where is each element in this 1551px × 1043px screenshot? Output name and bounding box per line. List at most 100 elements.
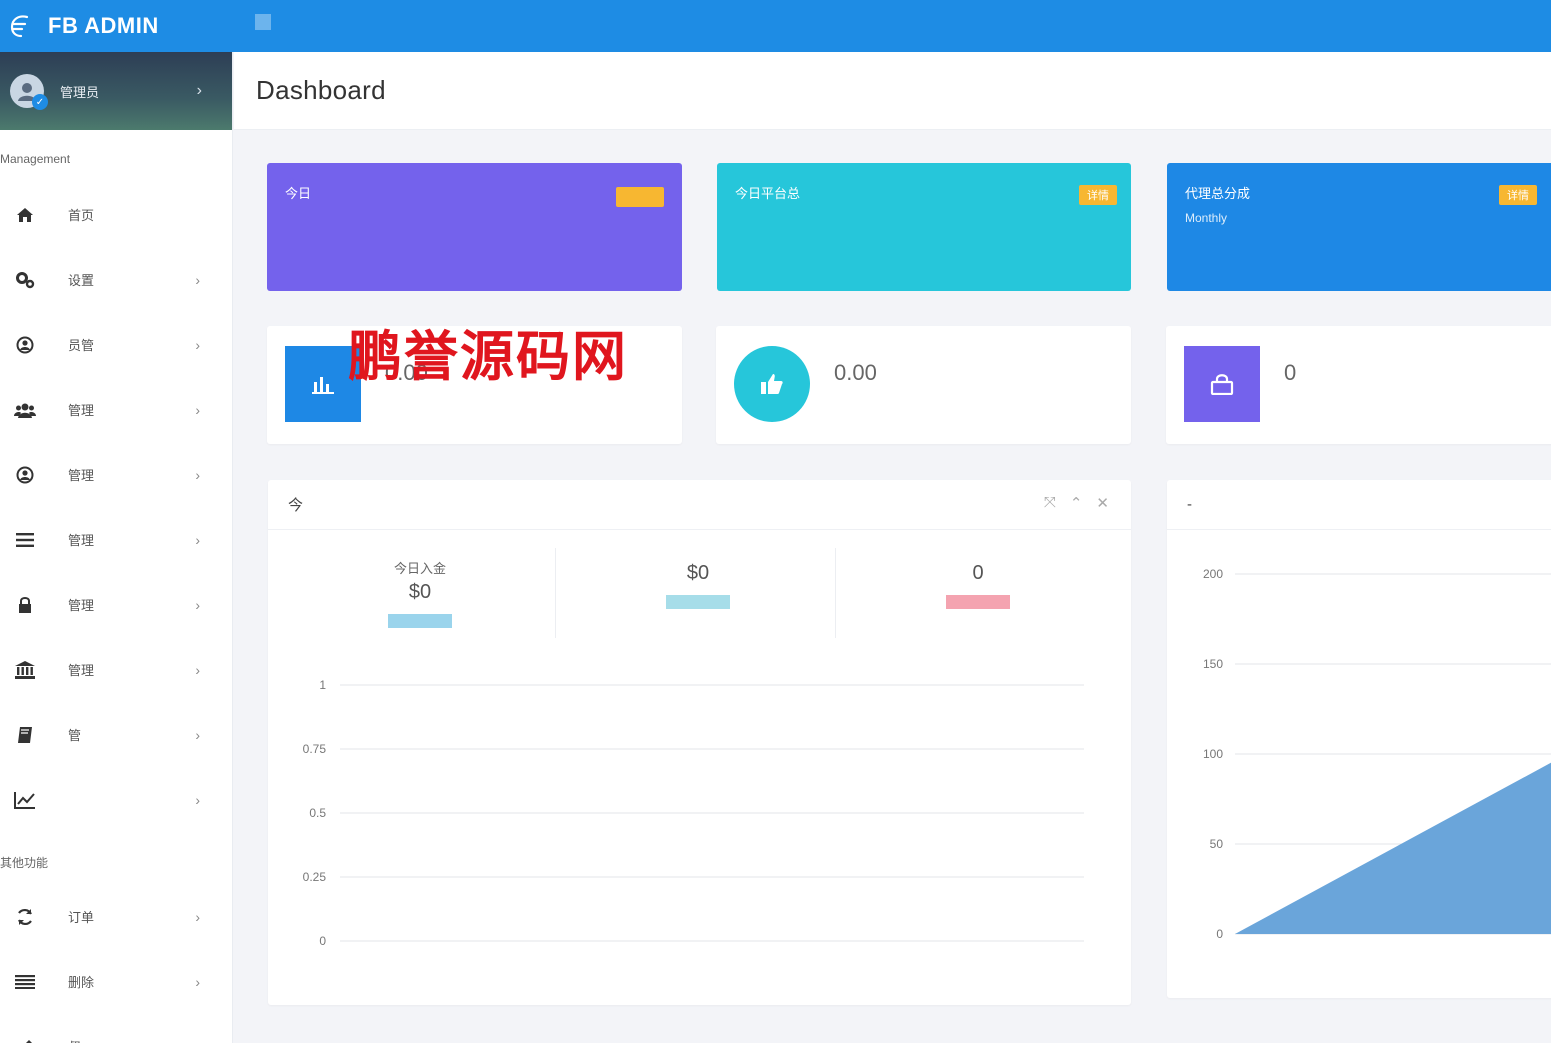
user-circle-icon bbox=[14, 334, 36, 356]
chevron-right-icon: › bbox=[195, 791, 200, 808]
chevron-right-icon: › bbox=[195, 401, 200, 418]
y-tick-label: 1 bbox=[319, 678, 326, 692]
thumbs-up-icon bbox=[734, 346, 810, 422]
menu-section-management: Management bbox=[0, 152, 71, 166]
info-box: 0.00 bbox=[716, 326, 1131, 444]
sidebar-item-label: 管理 bbox=[68, 598, 95, 613]
details-button[interactable]: 详情 bbox=[1079, 185, 1117, 205]
sidebar-toggle-button[interactable] bbox=[255, 14, 271, 30]
sidebar-item-book[interactable]: 管 › bbox=[0, 702, 232, 767]
user-circle-icon bbox=[14, 464, 36, 486]
user-name: 管理员 bbox=[60, 84, 100, 100]
panel-title: 今 bbox=[288, 497, 304, 514]
sidebar-item-label: 督 bbox=[68, 1037, 81, 1043]
y-tick-label: 0.25 bbox=[303, 870, 327, 884]
lock-icon bbox=[14, 594, 36, 616]
y-tick-label: 0.5 bbox=[309, 806, 326, 820]
page-title: Dashboard bbox=[256, 75, 386, 105]
sidebar-item-label: 管理 bbox=[68, 663, 95, 678]
y-tick-label: 0 bbox=[1216, 927, 1223, 941]
list-icon bbox=[14, 971, 36, 993]
sidebar: ✓ 管理员 › Management 首页 设置 › 员管 › 管理 › 管理 … bbox=[0, 52, 233, 1043]
sidebar-item-label: 管理 bbox=[68, 533, 95, 548]
sidebar-item-security[interactable]: 管理 › bbox=[0, 572, 232, 637]
sidebar-item-orders[interactable]: 订单 › bbox=[0, 884, 232, 949]
sidebar-item-label: 管 bbox=[68, 728, 82, 743]
refresh-icon bbox=[14, 906, 36, 928]
stat-card-title: 代理总分成 bbox=[1185, 186, 1251, 201]
info-box-value: 0.00 bbox=[834, 360, 877, 385]
users-icon bbox=[14, 399, 36, 421]
edit-icon bbox=[14, 1036, 36, 1043]
watermark: 鹏誉源码网 bbox=[348, 325, 628, 388]
stat-card-title: 今日 bbox=[285, 186, 312, 201]
details-button[interactable] bbox=[616, 187, 664, 207]
kpi-deposit: 今日入金 $0 bbox=[280, 558, 560, 628]
chevron-right-icon: › bbox=[195, 661, 200, 678]
chevron-right-icon: › bbox=[195, 726, 200, 743]
chevron-right-icon: › bbox=[195, 531, 200, 548]
sidebar-item-label: 员管 bbox=[68, 338, 95, 353]
sidebar-item-edit[interactable]: 督 › bbox=[0, 1014, 232, 1043]
verified-icon: ✓ bbox=[32, 94, 48, 110]
close-icon[interactable]: ✕ bbox=[1096, 494, 1109, 512]
sidebar-item-delete[interactable]: 删除 › bbox=[0, 949, 232, 1014]
chevron-right-icon: › bbox=[195, 908, 200, 925]
gears-icon bbox=[14, 269, 36, 291]
line-chart-icon bbox=[14, 789, 36, 811]
chevron-right-icon: › bbox=[196, 82, 202, 99]
kpi-divider bbox=[835, 548, 836, 638]
kpi-sparkline bbox=[666, 595, 730, 609]
fb-logo-icon bbox=[4, 11, 34, 41]
chevron-right-icon: › bbox=[195, 466, 200, 483]
user-panel[interactable]: ✓ 管理员 › bbox=[0, 52, 232, 130]
kpi-value: $0 bbox=[408, 581, 432, 603]
sidebar-item-label: 设置 bbox=[68, 273, 95, 288]
sidebar-item-reports[interactable]: › bbox=[0, 767, 232, 832]
brand-name: FB ADMIN bbox=[48, 13, 159, 38]
stat-card: 今日 bbox=[267, 163, 682, 291]
y-tick-label: 50 bbox=[1210, 837, 1224, 851]
y-tick-label: 0.75 bbox=[303, 742, 327, 756]
area-chart: 200 150 100 50 0 bbox=[1203, 567, 1551, 941]
chevron-right-icon: › bbox=[195, 336, 200, 353]
stat-card-title: 今日平台总 bbox=[735, 186, 801, 201]
y-tick-label: 200 bbox=[1203, 567, 1223, 581]
sidebar-item-label: 首页 bbox=[68, 208, 95, 223]
kpi-value: 0 bbox=[972, 562, 984, 584]
brand[interactable]: FB ADMIN bbox=[0, 0, 233, 52]
chevron-right-icon: › bbox=[195, 271, 200, 288]
chevron-right-icon: › bbox=[195, 596, 200, 613]
panel-header: - bbox=[1167, 480, 1551, 530]
sidebar-item-list[interactable]: 管理 › bbox=[0, 507, 232, 572]
chevron-right-icon: › bbox=[195, 973, 200, 990]
menu-section-other: 其他功能 bbox=[0, 856, 49, 870]
sidebar-item-settings[interactable]: 设置 › bbox=[0, 247, 232, 312]
stat-card-subtitle: Monthly bbox=[1185, 211, 1228, 225]
kpi-count: 0 bbox=[838, 558, 1118, 609]
sidebar-item-bank[interactable]: 管理 › bbox=[0, 637, 232, 702]
kpi-total: $0 bbox=[558, 558, 838, 609]
sidebar-item-accounts[interactable]: 管理 › bbox=[0, 442, 232, 507]
content-header: Dashboard bbox=[234, 52, 1551, 130]
stat-card: 今日平台总 详情 bbox=[717, 163, 1131, 291]
sidebar-item-label: 管理 bbox=[68, 468, 95, 483]
sidebar-item-members[interactable]: 员管 › bbox=[0, 312, 232, 377]
top-navbar: FB ADMIN bbox=[0, 0, 1551, 52]
collapse-icon[interactable]: ⌃ bbox=[1070, 494, 1083, 512]
sidebar-item-label: 删除 bbox=[68, 975, 95, 990]
details-button[interactable]: 详情 bbox=[1499, 185, 1537, 205]
today-stats-panel: 今 ⤧ ⌃ ✕ 今日入金 $0 $0 0 1 0.75 0.5 0.25 0 bbox=[268, 480, 1131, 1005]
sidebar-item-users[interactable]: 管理 › bbox=[0, 377, 232, 442]
y-tick-label: 0 bbox=[319, 934, 326, 948]
kpi-value: $0 bbox=[686, 562, 710, 584]
panel-header: 今 ⤧ ⌃ ✕ bbox=[268, 480, 1131, 530]
sidebar-item-label: 管理 bbox=[68, 403, 95, 418]
info-box: 0 bbox=[1166, 326, 1551, 444]
chevron-right-icon: › bbox=[195, 1039, 200, 1043]
sidebar-item-home[interactable]: 首页 bbox=[0, 182, 232, 247]
panel-title: - bbox=[1187, 496, 1192, 513]
expand-icon[interactable]: ⤧ bbox=[1044, 494, 1056, 512]
sidebar-item-label: 订单 bbox=[68, 910, 95, 925]
home-icon bbox=[14, 204, 36, 226]
